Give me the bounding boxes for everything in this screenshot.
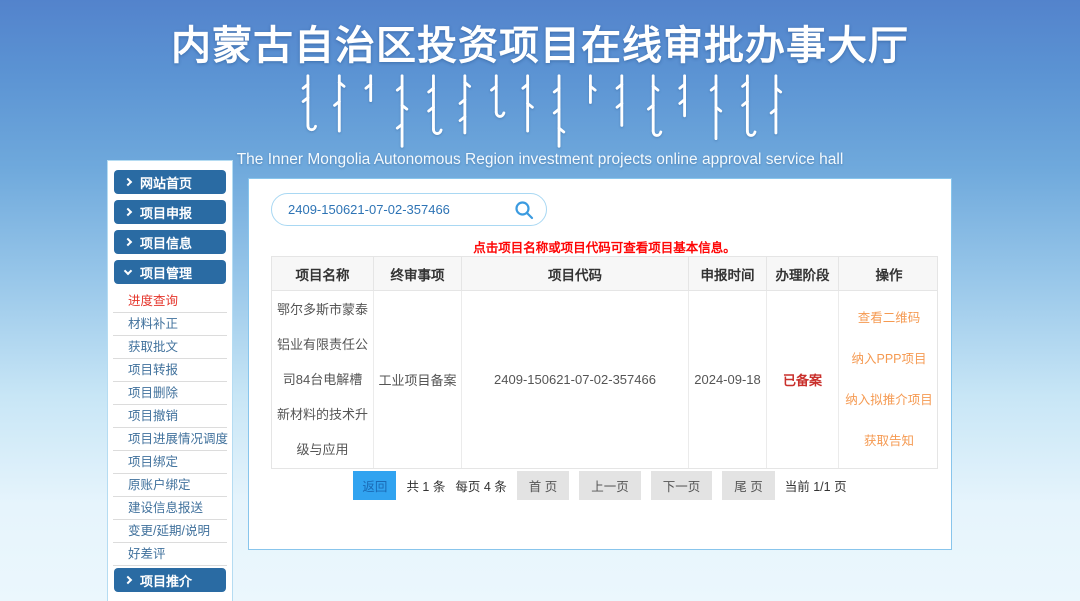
table-header-row: 项目名称 终审事项 项目代码 申报时间 办理阶段 操作 (271, 256, 938, 291)
chevron-right-icon (124, 178, 132, 186)
cell-project-name[interactable]: 鄂尔多斯市蒙泰 铝业有限责任公 司84台电解槽 新材料的技术升 级与应用 (272, 291, 374, 468)
sidebar-subitem-progress-query[interactable]: 进度查询 (113, 290, 227, 313)
per-page-label: 每页 4 条 (455, 476, 506, 495)
sidebar-subitem-project-bind[interactable]: 项目绑定 (113, 451, 227, 474)
sidebar-subitem-progress-dispatch[interactable]: 项目进展情况调度 (113, 428, 227, 451)
sidebar-item-website-home[interactable]: 网站首页 (114, 170, 226, 194)
sidebar-item-project-info[interactable]: 项目信息 (114, 230, 226, 254)
sidebar-item-label: 网站首页 (140, 173, 192, 192)
projects-table: 项目名称 终审事项 项目代码 申报时间 办理阶段 操作 鄂尔多斯市蒙泰 铝业有限… (271, 256, 938, 469)
sidebar-subitem-project-delete[interactable]: 项目删除 (113, 382, 227, 405)
cell-actions: 查看二维码 纳入PPP项目 纳入拟推介项目 获取告知 (839, 291, 939, 468)
col-header-project-name: 项目名称 (272, 257, 374, 290)
status-badge: 已备案 (767, 291, 839, 468)
view-qrcode-link[interactable]: 查看二维码 (858, 298, 921, 339)
search-box (271, 193, 547, 226)
sidebar-item-label: 项目推介 (140, 571, 192, 590)
current-page-label: 当前 1/1 页 (785, 476, 847, 495)
sidebar-item-label: 项目管理 (140, 263, 192, 282)
col-header-actions: 操作 (839, 257, 939, 290)
project-name-link[interactable]: 级与应用 (296, 432, 348, 467)
cell-declare-date: 2024-09-18 (689, 291, 767, 468)
sidebar-item-project-management[interactable]: 项目管理 (114, 260, 226, 284)
sidebar-subitem-construction-info-report[interactable]: 建设信息报送 (113, 497, 227, 520)
mongolian-script-icon (0, 73, 1080, 151)
sidebar: 网站首页 项目申报 项目信息 项目管理 进度查询 材料补正 获取批文 项目转报 … (107, 160, 233, 601)
col-header-stage: 办理阶段 (767, 257, 839, 290)
col-header-declare-date: 申报时间 (689, 257, 767, 290)
chevron-right-icon (124, 576, 132, 584)
first-page-button[interactable]: 首 页 (517, 471, 569, 500)
include-ppp-link[interactable]: 纳入PPP项目 (851, 339, 926, 380)
pagination: 返回 共 1 条 每页 4 条 首 页 上一页 下一页 尾 页 当前 1/1 页 (249, 473, 951, 497)
sidebar-submenu: 进度查询 材料补正 获取批文 项目转报 项目删除 项目撤销 项目进展情况调度 项… (113, 290, 227, 566)
back-button[interactable]: 返回 (353, 471, 396, 500)
project-name-link[interactable]: 鄂尔多斯市蒙泰 (277, 292, 368, 327)
table-row: 鄂尔多斯市蒙泰 铝业有限责任公 司84台电解槽 新材料的技术升 级与应用 工业项… (271, 291, 938, 469)
sidebar-subitem-project-revoke[interactable]: 项目撤销 (113, 405, 227, 428)
sidebar-subitem-change-delay-explain[interactable]: 变更/延期/说明 (113, 520, 227, 543)
sidebar-item-label: 项目申报 (140, 203, 192, 222)
include-promotion-link[interactable]: 纳入拟推介项目 (845, 380, 933, 421)
last-page-button[interactable]: 尾 页 (722, 471, 774, 500)
hint-text: 点击项目名称或项目代码可查看项目基本信息。 (271, 237, 938, 256)
sidebar-subitem-project-transfer[interactable]: 项目转报 (113, 359, 227, 382)
prev-page-button[interactable]: 上一页 (579, 471, 641, 500)
col-header-project-code: 项目代码 (462, 257, 689, 290)
main-panel: 点击项目名称或项目代码可查看项目基本信息。 项目名称 终审事项 项目代码 申报时… (248, 178, 952, 550)
get-notice-link[interactable]: 获取告知 (864, 421, 914, 462)
page-title: 内蒙古自治区投资项目在线审批办事大厅 (0, 13, 1080, 71)
sidebar-item-project-declare[interactable]: 项目申报 (114, 200, 226, 224)
chevron-right-icon (124, 208, 132, 216)
cell-final-review: 工业项目备案 (374, 291, 462, 468)
sidebar-subitem-material-correction[interactable]: 材料补正 (113, 313, 227, 336)
total-count-label: 共 1 条 (406, 476, 445, 495)
col-header-final-review: 终审事项 (374, 257, 462, 290)
sidebar-item-project-promotion[interactable]: 项目推介 (114, 568, 226, 592)
next-page-button[interactable]: 下一页 (651, 471, 713, 500)
sidebar-item-label: 项目信息 (140, 233, 192, 252)
search-icon[interactable] (514, 200, 534, 220)
project-name-link[interactable]: 司84台电解槽 (283, 362, 362, 397)
project-name-link[interactable]: 铝业有限责任公 (277, 327, 368, 362)
sidebar-subitem-get-approval-doc[interactable]: 获取批文 (113, 336, 227, 359)
sidebar-subitem-original-account-bind[interactable]: 原账户绑定 (113, 474, 227, 497)
chevron-right-icon (124, 238, 132, 246)
search-input[interactable] (288, 202, 514, 217)
cell-project-code[interactable]: 2409-150621-07-02-357466 (462, 291, 689, 468)
sidebar-subitem-rating[interactable]: 好差评 (113, 543, 227, 566)
site-header: 内蒙古自治区投资项目在线审批办事大厅 The Inner Mongolia Au… (0, 0, 1080, 160)
chevron-down-icon (124, 266, 132, 274)
project-name-link[interactable]: 新材料的技术升 (277, 397, 368, 432)
